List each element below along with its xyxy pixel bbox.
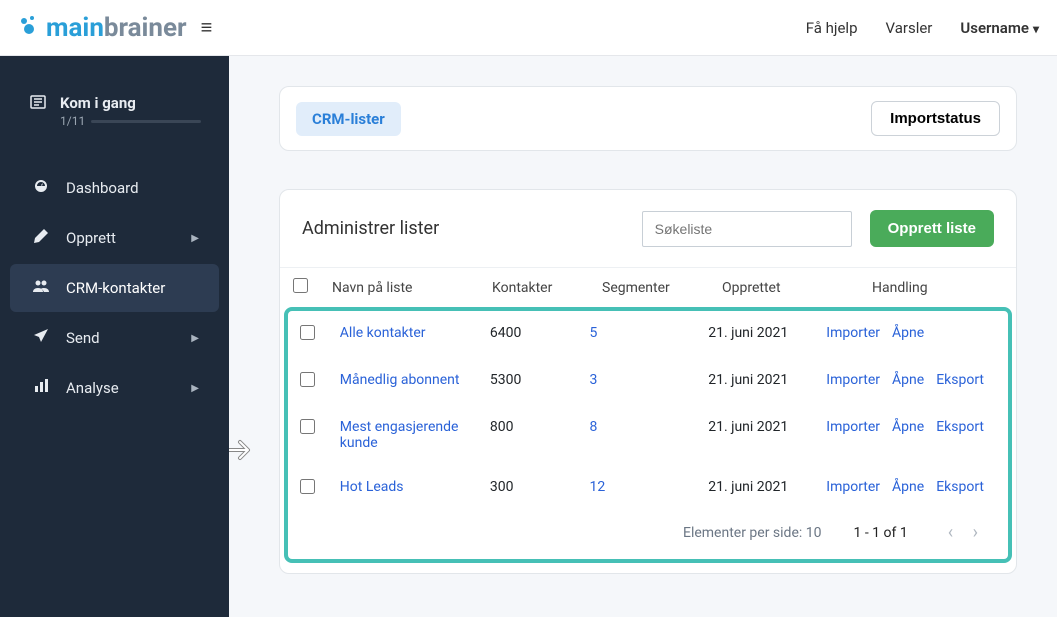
- col-created: Opprettet: [710, 268, 860, 308]
- sidebar-item-create[interactable]: Opprett ▶: [10, 214, 219, 262]
- chevron-right-icon: ▶: [191, 333, 199, 344]
- contacts-value: 5300: [490, 372, 521, 388]
- alerts-link[interactable]: Varsler: [886, 19, 933, 37]
- import-action[interactable]: Importer: [826, 479, 880, 495]
- pager-prev-icon[interactable]: ‹: [940, 522, 961, 543]
- pager-range: 1 - 1 of 1: [853, 525, 907, 541]
- lists-panel: Administrer lister Opprett liste Navn på…: [279, 189, 1017, 574]
- logo-dots-icon: [18, 15, 40, 41]
- import-action[interactable]: Importer: [826, 419, 880, 435]
- search-input[interactable]: [642, 211, 852, 247]
- header-card: CRM-lister Importstatus: [279, 86, 1017, 151]
- sidebar: Kom i gang 1/11 Dashboard Opprett ▶: [0, 56, 229, 617]
- col-name: Navn på liste: [320, 268, 480, 308]
- export-action[interactable]: Eksport: [936, 479, 984, 495]
- pager-next-icon[interactable]: ›: [965, 522, 986, 543]
- created-value: 21. juni 2021: [708, 479, 788, 495]
- contacts-value: 6400: [490, 325, 521, 341]
- row-checkbox[interactable]: [300, 325, 315, 340]
- open-action[interactable]: Åpne: [892, 419, 924, 435]
- pencil-icon: [30, 228, 52, 248]
- contacts-value: 800: [490, 419, 514, 435]
- open-action[interactable]: Åpne: [892, 372, 924, 388]
- import-action[interactable]: Importer: [826, 372, 880, 388]
- users-icon: [30, 278, 52, 298]
- sidebar-item-analyze[interactable]: Analyse ▶: [10, 364, 219, 412]
- list-name-link[interactable]: Alle kontakter: [340, 325, 426, 341]
- help-link[interactable]: Få hjelp: [806, 19, 858, 37]
- user-menu[interactable]: Username: [960, 19, 1039, 37]
- sidebar-item-dashboard[interactable]: Dashboard: [10, 164, 219, 212]
- pager: Elementer per side: 10 1 - 1 of 1 ‹ ›: [288, 512, 1008, 553]
- select-all-checkbox[interactable]: [293, 278, 308, 293]
- progress-bar: [91, 120, 201, 123]
- import-action[interactable]: Importer: [826, 325, 880, 341]
- top-right-nav: Få hjelp Varsler Username: [806, 19, 1039, 37]
- bar-chart-icon: [30, 378, 52, 398]
- sidebar-label: Dashboard: [66, 179, 139, 197]
- table-row: Mest engasjerende kunde 800 8 21. juni 2021…: [288, 405, 1008, 465]
- import-status-button[interactable]: Importstatus: [871, 101, 1000, 136]
- search-box: [642, 211, 852, 247]
- get-started-label: Kom i gang: [60, 94, 201, 112]
- col-segments: Segmenter: [590, 268, 710, 308]
- export-action[interactable]: Eksport: [936, 372, 984, 388]
- export-action[interactable]: Eksport: [936, 419, 984, 435]
- sidebar-item-send[interactable]: Send ▶: [10, 314, 219, 362]
- sidebar-label: Opprett: [66, 229, 116, 247]
- sidebar-label: CRM-kontakter: [66, 279, 165, 297]
- callout-arrow-icon: [229, 436, 258, 468]
- created-value: 21. juni 2021: [708, 325, 788, 341]
- col-action: Handling: [860, 268, 1016, 308]
- segments-link[interactable]: 5: [589, 325, 597, 341]
- row-checkbox[interactable]: [300, 419, 315, 434]
- menu-toggle-icon[interactable]: ≡: [201, 15, 213, 40]
- pager-per-page: Elementer per side: 10: [683, 525, 822, 541]
- open-action[interactable]: Åpne: [892, 325, 924, 341]
- main-content: CRM-lister Importstatus Administrer list…: [229, 56, 1057, 617]
- segments-link[interactable]: 12: [589, 479, 605, 495]
- open-action[interactable]: Åpne: [892, 479, 924, 495]
- contacts-value: 300: [490, 479, 514, 495]
- list-name-link[interactable]: Månedlig abonnent: [340, 372, 460, 388]
- logo[interactable]: mainbrainer: [18, 13, 187, 43]
- sidebar-item-crm-contacts[interactable]: CRM-kontakter: [10, 264, 219, 312]
- sidebar-get-started[interactable]: Kom i gang 1/11: [10, 80, 219, 142]
- newspaper-icon: [30, 94, 46, 114]
- list-name-link[interactable]: Hot Leads: [340, 479, 404, 495]
- segments-link[interactable]: 8: [589, 419, 597, 435]
- gauge-icon: [30, 178, 52, 198]
- chevron-right-icon: ▶: [191, 233, 199, 244]
- chevron-right-icon: ▶: [191, 383, 199, 394]
- table-row: Alle kontakter 6400 5 21. juni 2021 Importer…: [288, 311, 1008, 358]
- panel-title: Administrer lister: [302, 218, 439, 239]
- table-row: Månedlig abonnent 5300 3 21. juni 2021 Impor…: [288, 358, 1008, 405]
- create-list-button[interactable]: Opprett liste: [870, 210, 994, 247]
- col-contacts: Kontakter: [480, 268, 590, 308]
- highlighted-rows: Alle kontakter 6400 5 21. juni 2021 Importer…: [284, 307, 1012, 563]
- sidebar-label: Analyse: [66, 379, 119, 397]
- table-row: Hot Leads 300 12 21. juni 2021 Importer Åpne E…: [288, 465, 1008, 512]
- sidebar-label: Send: [66, 329, 100, 347]
- tab-crm-lists[interactable]: CRM-lister: [296, 102, 401, 136]
- logo-text-sub: brainer: [104, 13, 187, 43]
- created-value: 21. juni 2021: [708, 372, 788, 388]
- logo-text-main: main: [46, 13, 104, 43]
- list-name-link[interactable]: Mest engasjerende kunde: [340, 419, 459, 451]
- segments-link[interactable]: 3: [589, 372, 597, 388]
- row-checkbox[interactable]: [300, 479, 315, 494]
- row-checkbox[interactable]: [300, 372, 315, 387]
- top-bar: mainbrainer ≡ Få hjelp Varsler Username: [0, 0, 1057, 56]
- created-value: 21. juni 2021: [708, 419, 788, 435]
- paper-plane-icon: [30, 328, 52, 348]
- get-started-progress: 1/11: [60, 114, 85, 128]
